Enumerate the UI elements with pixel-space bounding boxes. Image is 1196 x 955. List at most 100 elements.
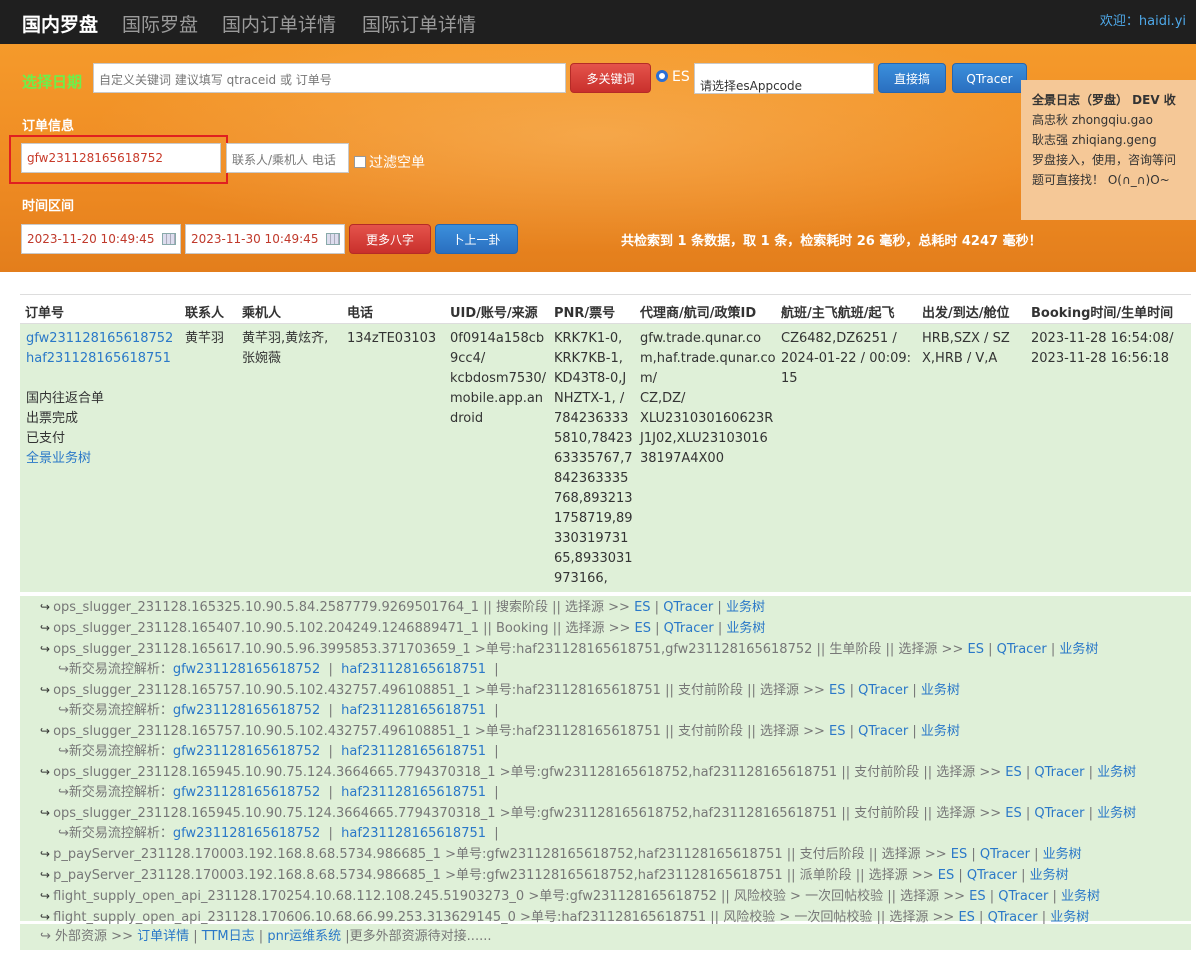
uid-line: 0f0914a158cb (450, 331, 545, 346)
biz-tree-link[interactable]: 业务树 (1061, 889, 1100, 904)
end-time-input[interactable]: 2023-11-30 10:49:45 (185, 224, 345, 254)
col-booking-time: Booking时间/生单时间 (1031, 306, 1174, 321)
qtracer-link[interactable]: QTracer (980, 847, 1030, 862)
return-arrow-icon: ↪ (40, 724, 51, 738)
es-link[interactable]: ES (951, 847, 967, 862)
divine-button[interactable]: 卜上一卦 (435, 224, 518, 254)
es-link[interactable]: ES (829, 683, 845, 698)
es-link[interactable]: ES (1005, 765, 1021, 780)
qtracer-link[interactable]: QTracer (664, 621, 714, 636)
trace-log-list: ↪ ops_slugger_231128.165325.10.90.5.84.25… (20, 596, 1191, 925)
biz-tree-link[interactable]: 业务树 (726, 621, 765, 636)
contact-panel-title[interactable]: 全景日志（罗盘） DEV 收 (1032, 90, 1188, 110)
tab-domestic-order-detail[interactable]: 国内订单详情 (222, 10, 336, 37)
flow-order-link[interactable]: haf231128165618751 (341, 826, 486, 841)
pnr-cell: KRK7K1-0, KRK7KB-1, KD43T8-0,J NHZTX-1, … (554, 329, 633, 589)
biz-tree-link[interactable]: 业务树 (921, 724, 960, 739)
flow-order-link[interactable]: gfw231128165618752 (173, 785, 320, 800)
tab-intl-compass[interactable]: 国际罗盘 (122, 10, 198, 37)
qtracer-link[interactable]: QTracer (988, 910, 1038, 925)
multi-keyword-button[interactable]: 多关键词 (570, 63, 651, 93)
flow-order-link[interactable]: gfw231128165618752 (173, 703, 320, 718)
biz-tree-link[interactable]: 业务树 (921, 683, 960, 698)
biz-tree-link[interactable]: 业务树 (1097, 806, 1136, 821)
qtracer-link[interactable]: QTracer (997, 642, 1047, 657)
flow-order-link[interactable]: haf231128165618751 (341, 662, 486, 677)
start-time-input[interactable]: 2023-11-20 10:49:45 (21, 224, 181, 254)
qtracer-link[interactable]: QTracer (1034, 765, 1084, 780)
log-line: ↪ ops_slugger_231128.165945.10.90.75.124.… (40, 806, 1137, 821)
external-suffix: |更多外部资源待对接...... (345, 929, 492, 944)
return-arrow-icon: ↪ (40, 929, 51, 944)
es-radio-label: ES (672, 69, 690, 85)
log-line: ↪ p_payServer_231128.170003.192.168.8.68.… (40, 847, 1082, 862)
ttm-log-link[interactable]: TTM日志 (202, 929, 255, 944)
es-link[interactable]: ES (634, 600, 650, 615)
calendar-icon[interactable] (326, 233, 340, 245)
flow-order-link[interactable]: haf231128165618751 (341, 744, 486, 759)
es-appcode-select[interactable]: 请选择esAppcode (694, 63, 874, 94)
filter-empty-label: 过滤空单 (369, 155, 425, 171)
es-link[interactable]: ES (829, 724, 845, 739)
flow-order-link[interactable]: haf231128165618751 (341, 703, 486, 718)
date-picker-label[interactable]: 选择日期 (22, 71, 82, 92)
contact-phone-input[interactable]: 联系人/乘机人 电话 (226, 143, 349, 173)
qtracer-link[interactable]: QTracer (663, 600, 713, 615)
contact-line: 高忠秋 zhongqiu.gao (1032, 113, 1153, 127)
es-link[interactable]: ES (967, 642, 983, 657)
welcome-user[interactable]: 欢迎：haidi.yi (1100, 10, 1186, 29)
biz-tree-link[interactable]: 业务树 (1097, 765, 1136, 780)
biz-tree-link[interactable]: 业务树 (1059, 642, 1098, 657)
qtracer-link[interactable]: QTracer (1034, 806, 1084, 821)
order-no-link[interactable]: gfw231128165618752 (26, 329, 173, 349)
es-link[interactable]: ES (938, 868, 954, 883)
biz-tree-link[interactable]: 业务树 (1043, 847, 1082, 862)
pnr-system-link[interactable]: pnr运维系统 (267, 929, 341, 944)
biz-tree-link[interactable]: 全景业务树 (26, 449, 173, 469)
tab-domestic-compass[interactable]: 国内罗盘 (22, 10, 98, 37)
pnr-line: 784236333 (554, 411, 629, 426)
uid-line: kcbdosm7530/ (450, 371, 547, 386)
qtracer-link[interactable]: QTracer (858, 683, 908, 698)
flow-control-line: ↪新交易流控解析：gfw231128165618752 | haf2311281… (58, 744, 499, 759)
filter-empty-checkbox[interactable]: 过滤空单 (354, 152, 425, 172)
pnr-line: 768,893213 (554, 491, 633, 506)
pnr-line: KD43T8-0,J (554, 371, 627, 386)
qtracer-button[interactable]: QTracer (952, 63, 1027, 93)
qtracer-link[interactable]: QTracer (998, 889, 1048, 904)
qtracer-link[interactable]: QTracer (967, 868, 1017, 883)
es-link[interactable]: ES (969, 889, 985, 904)
biz-tree-link[interactable]: 业务树 (1030, 868, 1069, 883)
flow-order-link[interactable]: gfw231128165618752 (173, 744, 320, 759)
flow-order-link[interactable]: haf231128165618751 (341, 785, 486, 800)
more-bazi-button[interactable]: 更多八字 (349, 224, 431, 254)
log-line: ↪ ops_slugger_231128.165945.10.90.75.124.… (40, 765, 1137, 780)
log-text: ops_slugger_231128.165757.10.90.5.102.43… (53, 683, 830, 698)
biz-tree-link[interactable]: 业务树 (1050, 910, 1089, 925)
table-row: gfw231128165618752 haf231128165618751 国内… (20, 324, 1191, 592)
return-arrow-icon: ↪ (40, 868, 51, 882)
keyword-input[interactable]: 自定义关键词 建议填写 qtraceid 或 订单号 (93, 63, 566, 93)
flow-order-link[interactable]: gfw231128165618752 (173, 826, 320, 841)
tab-intl-order-detail[interactable]: 国际订单详情 (362, 10, 476, 37)
es-link[interactable]: ES (958, 910, 974, 925)
return-arrow-icon: ↪ (58, 744, 69, 759)
agent-line: XLU231030160623R (640, 411, 774, 426)
pnr-line: 65,8933031 (554, 551, 633, 566)
order-detail-link[interactable]: 订单详情 (137, 929, 189, 944)
log-text: flight_supply_open_api_231128.170254.10.… (53, 889, 970, 904)
qtracer-link[interactable]: QTracer (858, 724, 908, 739)
route-line: HRB,SZX / SZ (922, 331, 1010, 346)
return-arrow-icon: ↪ (40, 889, 51, 903)
es-link[interactable]: ES (635, 621, 651, 636)
order-number-input[interactable]: gfw231128165618752 (21, 143, 221, 173)
calendar-icon[interactable] (162, 233, 176, 245)
direct-search-button[interactable]: 直接搞 (878, 63, 946, 93)
order-info-label: 订单信息 (22, 119, 75, 134)
es-link[interactable]: ES (1005, 806, 1021, 821)
pnr-line: NHZTX-1, / (554, 391, 625, 406)
biz-tree-link[interactable]: 业务树 (726, 600, 765, 615)
order-no-link[interactable]: haf231128165618751 (26, 349, 173, 369)
flow-order-link[interactable]: gfw231128165618752 (173, 662, 320, 677)
es-radio[interactable]: ES (656, 69, 690, 85)
